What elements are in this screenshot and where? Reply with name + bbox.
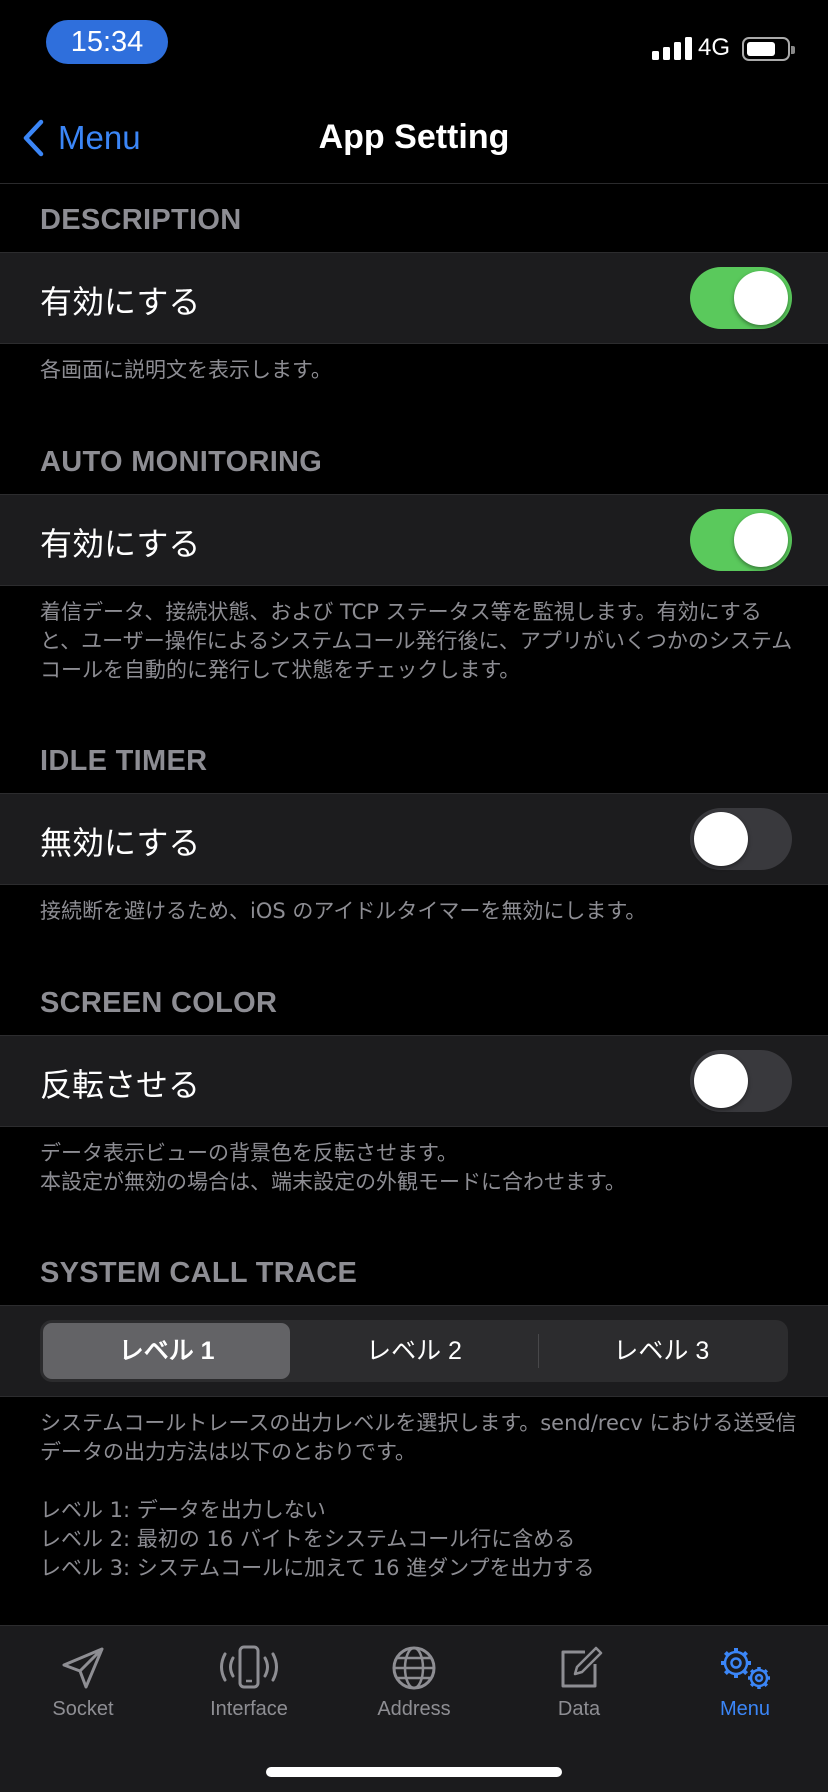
idle-timer-label: 無効にする (40, 824, 201, 862)
idle-timer-footer: 接続断を避けるため、iOS のアイドルタイマーを無効にします。 (40, 899, 647, 923)
section-header-auto-monitoring: AUTO MONITORING (40, 446, 323, 478)
segment-level-1[interactable]: レベル 1 (43, 1323, 291, 1379)
system-call-trace-footer: システムコールトレースの出力レベルを選択します。send/recv における送受… (40, 1411, 797, 1580)
screen-color-label: 反転させる (40, 1066, 201, 1104)
section-header-description: DESCRIPTION (40, 204, 242, 236)
tab-label: Interface (210, 1698, 288, 1720)
gears-icon (721, 1648, 770, 1689)
network-type: 4G (698, 34, 731, 61)
section-header-screen-color: SCREEN COLOR (40, 987, 278, 1019)
tab-socket[interactable]: Socket (0, 1644, 166, 1721)
status-time: 15:34 (46, 20, 168, 64)
toggle-knob (734, 271, 788, 325)
page-title: App Setting (318, 118, 510, 156)
description-label: 有効にする (40, 283, 201, 321)
description-cell: 有効にする (0, 252, 828, 344)
battery-icon (742, 37, 795, 61)
screen-color-toggle[interactable] (690, 1050, 792, 1112)
segment-level-3[interactable]: レベル 3 (538, 1323, 785, 1379)
auto-monitoring-toggle[interactable] (690, 509, 792, 571)
section-header-system-call-trace: SYSTEM CALL TRACE (40, 1257, 358, 1289)
paper-plane-icon (62, 1647, 104, 1689)
home-indicator (266, 1767, 562, 1777)
tab-menu[interactable]: Menu (662, 1644, 828, 1721)
tab-label: Data (557, 1698, 601, 1720)
tab-interface[interactable]: Interface (166, 1644, 332, 1721)
status-bar: 15:34 4G (0, 0, 828, 92)
phone-signal-icon (220, 1645, 278, 1689)
cellular-signal-icon (652, 36, 692, 60)
toggle-knob (694, 812, 748, 866)
toggle-knob (694, 1054, 748, 1108)
idle-timer-toggle[interactable] (690, 808, 792, 870)
tab-bar: Socket Interface Address Data Menu (0, 1625, 828, 1792)
idle-timer-cell: 無効にする (0, 793, 828, 885)
section-header-idle-timer: IDLE TIMER (40, 745, 208, 777)
trace-level-segmented-control: レベル 1 レベル 2 レベル 3 (40, 1320, 788, 1382)
tab-label: Menu (719, 1698, 771, 1720)
description-toggle[interactable] (690, 267, 792, 329)
screen-color-cell: 反転させる (0, 1035, 828, 1127)
screen-color-footer: データ表示ビューの背景色を反転させます。 本設定が無効の場合は、端末設定の外観モ… (40, 1141, 626, 1194)
segment-level-2[interactable]: レベル 2 (290, 1323, 537, 1379)
edit-icon (561, 1646, 603, 1688)
auto-monitoring-cell: 有効にする (0, 494, 828, 586)
navigation-bar: Menu App Setting (0, 92, 828, 184)
auto-monitoring-footer: 着信データ、接続状態、および TCP ステータス等を監視します。有効にすると、ユ… (40, 600, 793, 682)
system-call-trace-cell: レベル 1 レベル 2 レベル 3 (0, 1305, 828, 1397)
tab-address[interactable]: Address (331, 1644, 497, 1721)
toggle-knob (734, 513, 788, 567)
description-footer: 各画面に説明文を表示します。 (40, 358, 332, 382)
tab-label: Address (377, 1698, 451, 1720)
tab-data[interactable]: Data (496, 1644, 662, 1721)
globe-icon (392, 1646, 436, 1690)
auto-monitoring-label: 有効にする (40, 525, 201, 563)
tab-label: Socket (52, 1698, 114, 1720)
